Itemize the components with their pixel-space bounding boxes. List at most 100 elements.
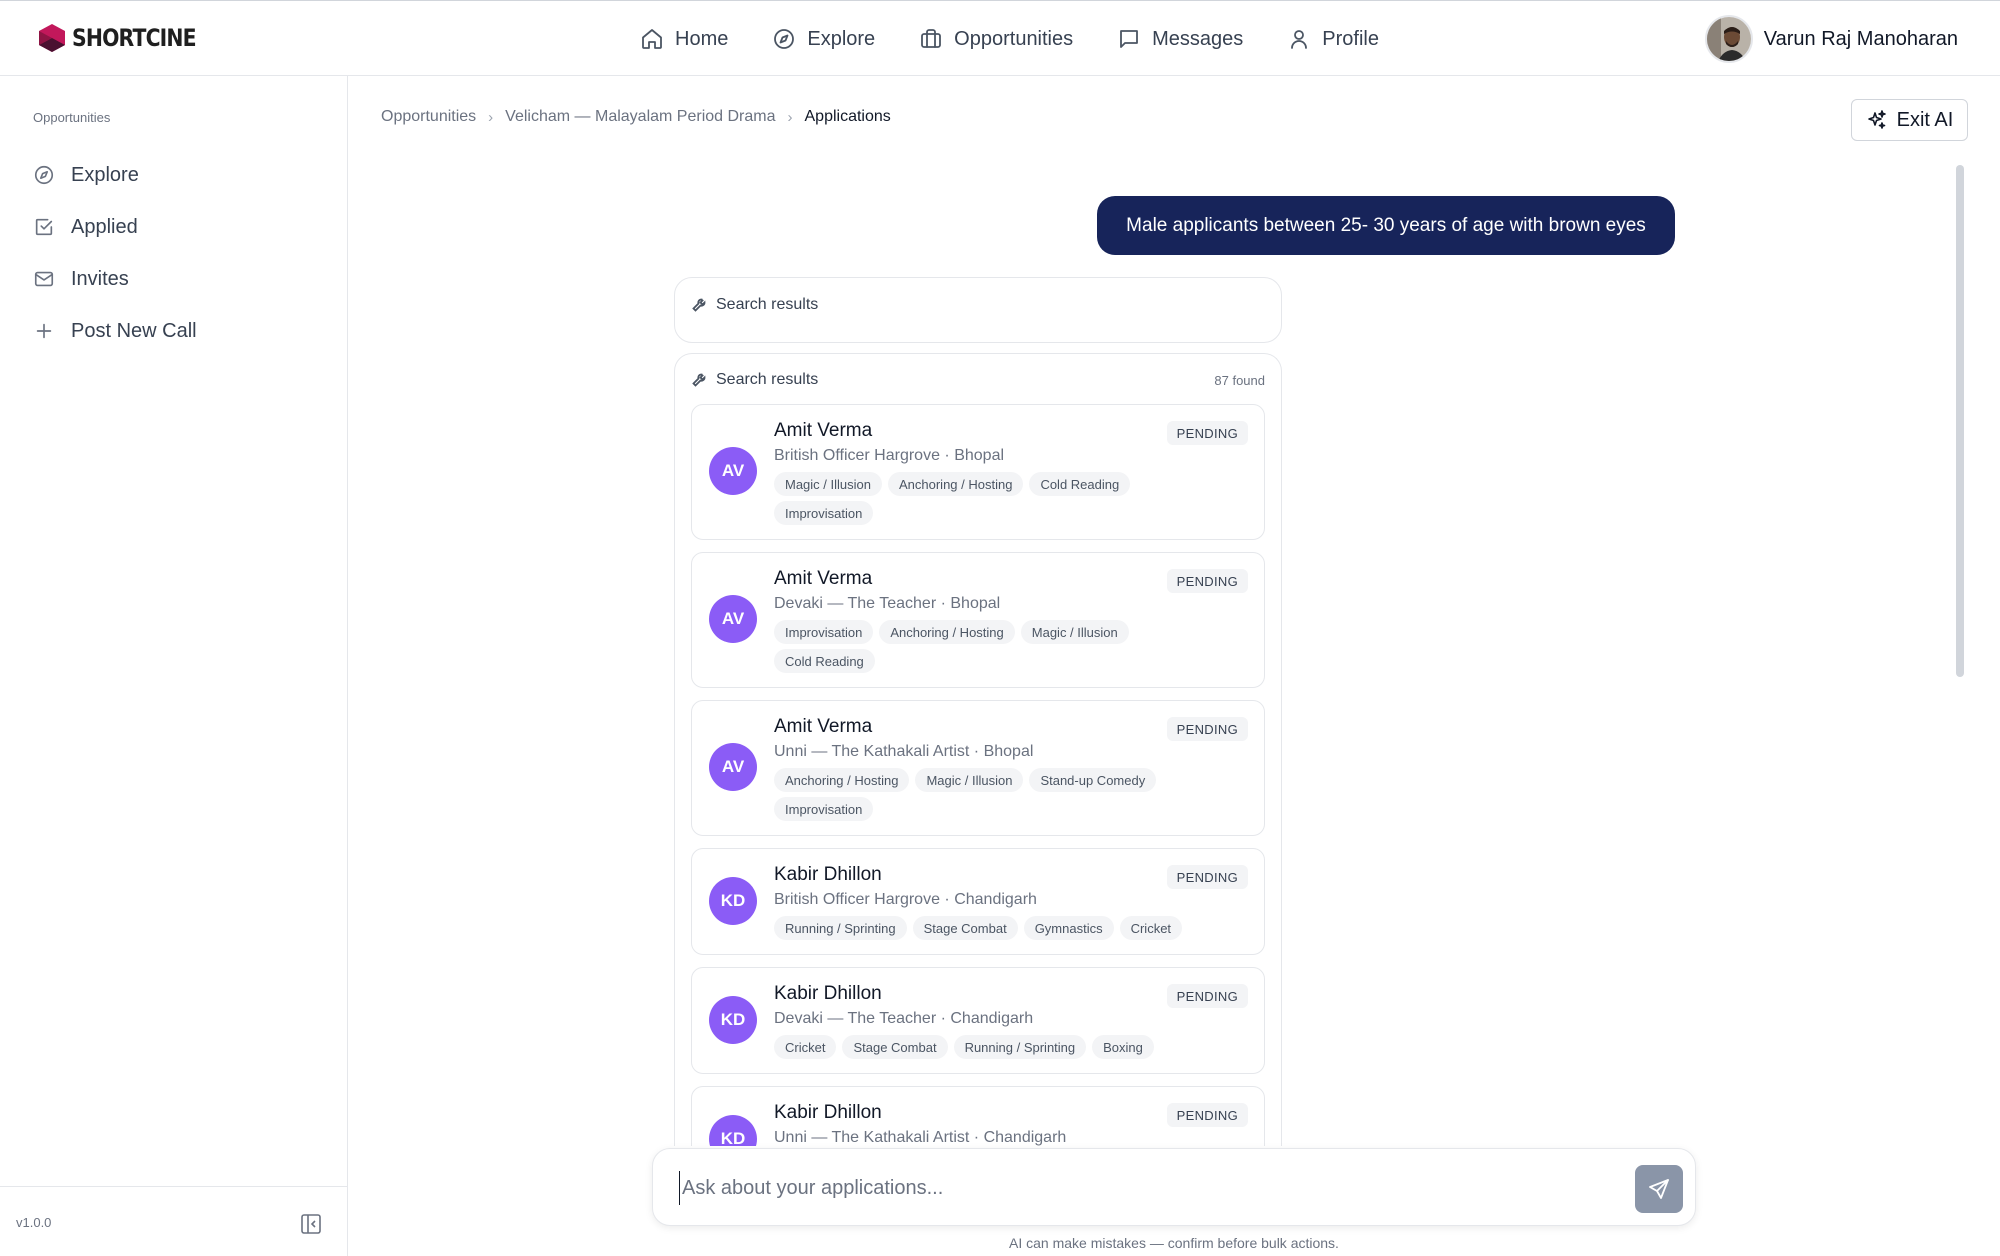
compass-icon [774,29,795,49]
nav-label: Profile [1322,27,1379,50]
sidebar-item-label: Explore [71,163,139,186]
status-badge: PENDING [1166,717,1248,741]
chevron-right-icon: › [488,108,494,126]
skill-tag: Magic / Illusion [774,472,882,496]
skill-tag: Cricket [774,1035,837,1059]
status-badge: PENDING [1166,984,1248,1008]
skill-tags: Improvisation Anchoring / Hosting Magic … [774,620,1194,673]
user-menu[interactable]: Varun Raj Manoharan [1704,15,1958,63]
breadcrumb: Opportunities › Velicham — Malayalam Per… [381,108,891,126]
skill-tag: Stage Combat [842,1035,948,1059]
skill-tags: Running / Sprinting Stage Combat Gymnast… [774,916,1194,940]
search-results-panel: Search results 87 found AV Amit Verma Br… [674,353,1282,1146]
sidebar-item-invites[interactable]: Invites [33,253,197,305]
applicant-avatar: AV [709,447,757,495]
sidebar-list: Explore Applied Invites Post New Call [33,149,197,357]
skill-tag: Anchoring / Hosting [774,768,910,792]
applicant-avatar: KD [709,877,757,925]
applicant-avatar: AV [709,743,757,791]
main-nav: Home Explore Opportunities Messages Prof… [640,1,1379,77]
breadcrumb-item-opportunities[interactable]: Opportunities [381,108,476,126]
applicant-avatar: KD [709,1115,757,1146]
sidebar-item-explore[interactable]: Explore [33,149,197,201]
applicant-name: Kabir Dhillon [774,983,882,1004]
skill-tags: Anchoring / Hosting Magic / Illusion Sta… [774,768,1194,821]
applicant-name: Amit Verma [774,420,873,441]
applicant-card[interactable]: KD Kabir Dhillon British Officer Hargrov… [691,848,1265,955]
applicant-card[interactable]: KD Kabir Dhillon Devaki — The Teacher · … [691,967,1265,1074]
applicant-card[interactable]: KD Kabir Dhillon Unni — The Kathakali Ar… [691,1086,1265,1146]
mail-icon [34,271,54,287]
skill-tag: Cricket [1119,916,1183,940]
plus-icon [36,323,52,339]
sparkles-icon [1867,110,1886,129]
nav-item-home[interactable]: Home [640,27,728,51]
chat-scrollbar[interactable] [1956,165,1964,677]
send-button[interactable] [1635,1165,1683,1213]
applicant-role: British Officer Hargrove · Bhopal [774,447,1005,464]
tool-call-label: Search results [691,296,818,314]
sidebar-item-post-new-call[interactable]: Post New Call [33,305,197,357]
wrench-icon [692,373,706,387]
nav-label: Explore [807,27,876,50]
skill-tag: Stage Combat [912,916,1018,940]
nav-label: Opportunities [954,27,1074,50]
skill-tag: Cold Reading [774,649,875,673]
applicant-role: Unni — The Kathakali Artist · Chandigarh [774,1129,1067,1146]
applicant-card[interactable]: AV Amit Verma Devaki — The Teacher · Bho… [691,552,1265,688]
sidebar-footer: v1.0.0 [0,1186,347,1256]
nav-item-explore[interactable]: Explore [772,27,875,51]
chat-composer [652,1148,1696,1226]
sidebar: Opportunities Explore Applied Invites Po… [0,76,348,1256]
status-badge: PENDING [1166,569,1248,593]
logo-hexagon-icon [39,24,65,52]
applicant-role: Devaki — The Teacher · Bhopal [774,595,1001,612]
sidebar-heading: Opportunities [33,110,111,125]
applicant-avatar: KD [709,996,757,1044]
chat-input[interactable] [679,1171,1599,1205]
tool-call-text: Search results [716,296,819,313]
user-icon [1291,30,1308,49]
skill-tag: Gymnastics [1023,916,1114,940]
avatar [1704,15,1753,63]
exit-ai-button[interactable]: Exit AI [1851,99,1968,141]
exit-ai-label: Exit AI [1896,108,1954,131]
top-navbar: SHORTCINE Home Explore Opportunities Mes… [0,0,2000,76]
skill-tag: Cold Reading [1029,472,1131,496]
skill-tag: Improvisation [774,501,874,525]
nav-label: Messages [1152,27,1244,50]
skill-tag: Boxing [1092,1035,1154,1059]
sidebar-collapse-icon [301,1214,321,1234]
message-icon [1120,30,1139,48]
compass-icon [34,165,54,185]
collapse-sidebar-button[interactable] [300,1213,322,1235]
brand-logo[interactable]: SHORTCINE [38,23,218,53]
skill-tag: Improvisation [774,620,874,644]
applicant-role: Devaki — The Teacher · Chandigarh [774,1010,1034,1027]
sidebar-item-label: Post New Call [71,319,197,342]
user-name: Varun Raj Manoharan [1763,27,1958,50]
status-badge: PENDING [1166,865,1248,889]
home-icon [642,29,662,49]
status-badge: PENDING [1166,421,1248,445]
skill-tags: Cricket Stage Combat Running / Sprinting… [774,1035,1194,1059]
sidebar-item-applied[interactable]: Applied [33,201,197,253]
sidebar-item-label: Applied [71,215,138,238]
skill-tag: Running / Sprinting [953,1035,1087,1059]
breadcrumb-item-project[interactable]: Velicham — Malayalam Period Drama [505,108,775,126]
applicant-card[interactable]: AV Amit Verma Unni — The Kathakali Artis… [691,700,1265,836]
nav-item-opportunities[interactable]: Opportunities [919,27,1073,51]
chevron-right-icon: › [787,108,793,126]
applicant-name: Kabir Dhillon [774,1102,882,1123]
applicant-card[interactable]: AV Amit Verma British Officer Hargrove ·… [691,404,1265,540]
results-count: 87 found [1214,373,1265,388]
sidebar-item-label: Invites [71,267,129,290]
nav-item-profile[interactable]: Profile [1287,27,1379,51]
skill-tag: Improvisation [774,797,874,821]
skill-tag: Magic / Illusion [1020,620,1129,644]
brand-name: SHORTCINE [72,24,197,52]
breadcrumb-item-current: Applications [804,108,891,125]
skill-tag: Anchoring / Hosting [887,472,1024,496]
nav-item-messages[interactable]: Messages [1117,27,1243,51]
tool-call-card[interactable]: Search results [674,277,1282,343]
